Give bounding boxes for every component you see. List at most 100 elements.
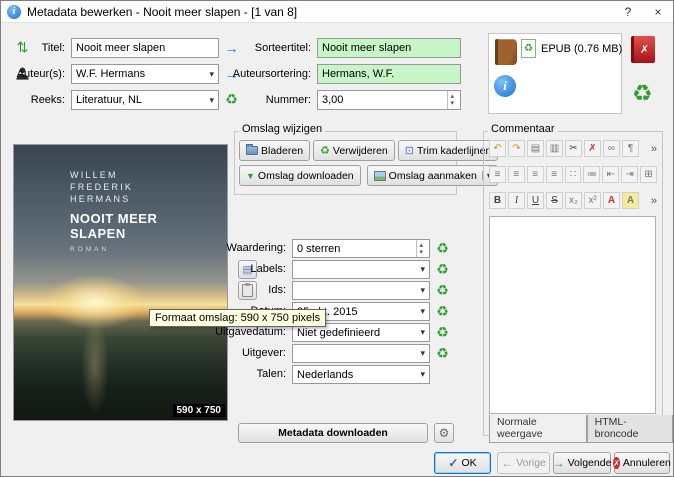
spinner-arrows[interactable]: ▴ ▾ — [447, 91, 456, 109]
cover-title-line: SLAPEN — [70, 226, 126, 241]
paste-icon[interactable]: ▥ — [546, 140, 563, 157]
comments-editor[interactable] — [489, 216, 656, 414]
swap-title-author-icon[interactable]: ⇅ — [13, 38, 32, 57]
tab-normal-view[interactable]: Normale weergave — [489, 415, 587, 443]
epub-format-label[interactable]: EPUB (0.76 MB) — [541, 39, 622, 59]
outdent-icon[interactable]: ⇤ — [602, 166, 620, 183]
spin-down-icon[interactable]: ▾ — [450, 100, 454, 107]
underline-icon[interactable]: U — [527, 192, 544, 209]
configure-metadata-download-button[interactable]: ⚙ — [434, 423, 454, 443]
smarten-punctuation-icon[interactable]: ¶ — [622, 140, 639, 157]
cut-icon[interactable]: ✂ — [565, 140, 582, 157]
rating-clear-icon[interactable]: ♻ — [433, 239, 452, 258]
more-tools-icon[interactable]: » — [651, 195, 657, 207]
copy-title-to-sort-icon[interactable]: → — [222, 38, 241, 57]
ids-combo[interactable]: ▾ — [292, 281, 430, 300]
download-metadata-label: Metadata downloaden — [278, 427, 388, 439]
next-button[interactable]: → Volgende — [553, 452, 611, 474]
align-right-icon[interactable]: ≡ — [526, 166, 544, 183]
rating-spinner[interactable]: 0 sterren ▴ ▾ — [292, 239, 430, 258]
paste-identifier-button[interactable] — [238, 281, 257, 300]
series-number-spinner[interactable]: 3,00 ▴ ▾ — [317, 90, 461, 110]
restore-format-icon[interactable]: ♻ — [632, 80, 653, 106]
ids-clear-icon[interactable]: ♻ — [433, 281, 452, 300]
align-left-icon[interactable]: ≡ — [489, 166, 506, 183]
title-label: Titel: — [41, 42, 65, 54]
date-clear-icon[interactable]: ♻ — [433, 302, 452, 321]
numbered-list-icon[interactable]: ≔ — [583, 166, 601, 183]
download-cover-button[interactable]: ▼ Omslag downloaden — [239, 165, 361, 186]
title-input[interactable]: Nooit meer slapen — [71, 38, 219, 58]
insert-table-icon[interactable]: ⊞ — [640, 166, 658, 183]
cover-author-line: WILLEM — [70, 170, 118, 180]
redo-icon[interactable]: ↷ — [508, 140, 525, 157]
spin-up-icon[interactable]: ▴ — [450, 93, 454, 100]
remove-format-button[interactable]: ✗ — [631, 36, 655, 63]
chevron-down-icon[interactable]: ▾ — [417, 348, 425, 359]
undo-icon[interactable]: ↶ — [489, 140, 506, 157]
chevron-down-icon[interactable]: ▾ — [417, 327, 425, 338]
chevron-down-icon[interactable]: ▾ — [417, 306, 425, 317]
bullet-list-icon[interactable]: ∷ — [564, 166, 582, 183]
spin-up-icon[interactable]: ▴ — [419, 242, 423, 249]
generate-cover-button[interactable]: Omslag aanmaken ▾ — [366, 165, 498, 186]
rating-label: Waardering: — [226, 242, 286, 254]
chevron-down-icon[interactable]: ▾ — [206, 95, 214, 106]
ok-button[interactable]: ✓ OK — [434, 452, 491, 474]
author-sort-value: Hermans, W.F. — [322, 68, 395, 80]
previous-button[interactable]: ← Vorige — [497, 452, 550, 474]
remove-label: Verwijderen — [332, 144, 388, 157]
cancel-x-icon: ✗ — [613, 457, 620, 469]
bold-icon[interactable]: B — [489, 192, 506, 209]
cover-author-line: HERMANS — [70, 194, 131, 204]
remove-x-icon: ✗ — [639, 44, 650, 56]
publisher-clear-icon[interactable]: ♻ — [433, 344, 452, 363]
comments-toolbar-row-3: B I U S x₂ x² A A » — [489, 192, 657, 209]
strikethrough-icon[interactable]: S — [546, 192, 563, 209]
cover-author-line: FREDERIK — [70, 182, 134, 192]
background-color-icon[interactable]: A — [622, 192, 639, 209]
cover-image[interactable]: WILLEM FREDERIK HERMANS NOOIT MEER SLAPE… — [13, 144, 228, 421]
align-center-icon[interactable]: ≡ — [507, 166, 525, 183]
authors-combo[interactable]: W.F. Hermans ▾ — [71, 64, 219, 84]
italic-icon[interactable]: I — [508, 192, 525, 209]
indent-icon[interactable]: ⇥ — [621, 166, 639, 183]
copy-icon[interactable]: ▤ — [527, 140, 544, 157]
help-button[interactable]: ? — [613, 1, 643, 23]
download-metadata-button[interactable]: Metadata downloaden — [238, 423, 428, 443]
check-icon: ✓ — [448, 456, 459, 470]
pubdate-clear-icon[interactable]: ♻ — [433, 323, 452, 342]
superscript-icon[interactable]: x² — [584, 192, 601, 209]
cancel-button[interactable]: ✗ Annuleren — [613, 452, 671, 474]
tags-label: Labels: — [250, 263, 286, 275]
text-color-icon[interactable]: A — [603, 192, 620, 209]
sort-title-input[interactable]: Nooit meer slapen — [317, 38, 461, 58]
chevron-down-icon[interactable]: ▾ — [206, 69, 214, 80]
tab-html-source[interactable]: HTML-broncode — [586, 415, 673, 443]
align-justify-icon[interactable]: ≡ — [545, 166, 563, 183]
insert-link-icon[interactable]: ∞ — [603, 140, 620, 157]
subscript-icon[interactable]: x₂ — [565, 192, 582, 209]
series-number-label: Nummer: — [265, 94, 311, 106]
languages-combo[interactable]: Nederlands ▾ — [292, 365, 430, 384]
tags-clear-icon[interactable]: ♻ — [433, 260, 452, 279]
more-tools-icon[interactable]: » — [651, 143, 657, 155]
browse-cover-button[interactable]: Bladeren — [239, 140, 311, 161]
chevron-down-icon[interactable]: ▾ — [417, 264, 425, 275]
format-info-icon[interactable]: i — [494, 75, 516, 97]
cover-size-tooltip: Formaat omslag: 590 x 750 pixels — [149, 309, 327, 327]
spinner-arrows[interactable]: ▴ ▾ — [416, 240, 425, 257]
author-sort-label: Auteursortering: — [232, 68, 311, 80]
publisher-combo[interactable]: ▾ — [292, 344, 430, 363]
chevron-down-icon[interactable]: ▾ — [417, 369, 425, 380]
author-sort-input[interactable]: Hermans, W.F. — [317, 64, 461, 84]
clear-formatting-icon[interactable]: ✗ — [584, 140, 601, 157]
spin-down-icon[interactable]: ▾ — [419, 249, 423, 256]
remove-cover-button[interactable]: ♻ Verwijderen — [313, 140, 395, 161]
series-combo[interactable]: Literatuur, NL ▾ — [71, 90, 219, 110]
tags-combo[interactable]: ▾ — [292, 260, 430, 279]
series-clear-icon[interactable]: ♻ — [222, 90, 241, 109]
chevron-down-icon[interactable]: ▾ — [417, 285, 425, 296]
close-button[interactable]: × — [643, 1, 673, 23]
cover-tagline: ROMAN — [70, 246, 110, 253]
